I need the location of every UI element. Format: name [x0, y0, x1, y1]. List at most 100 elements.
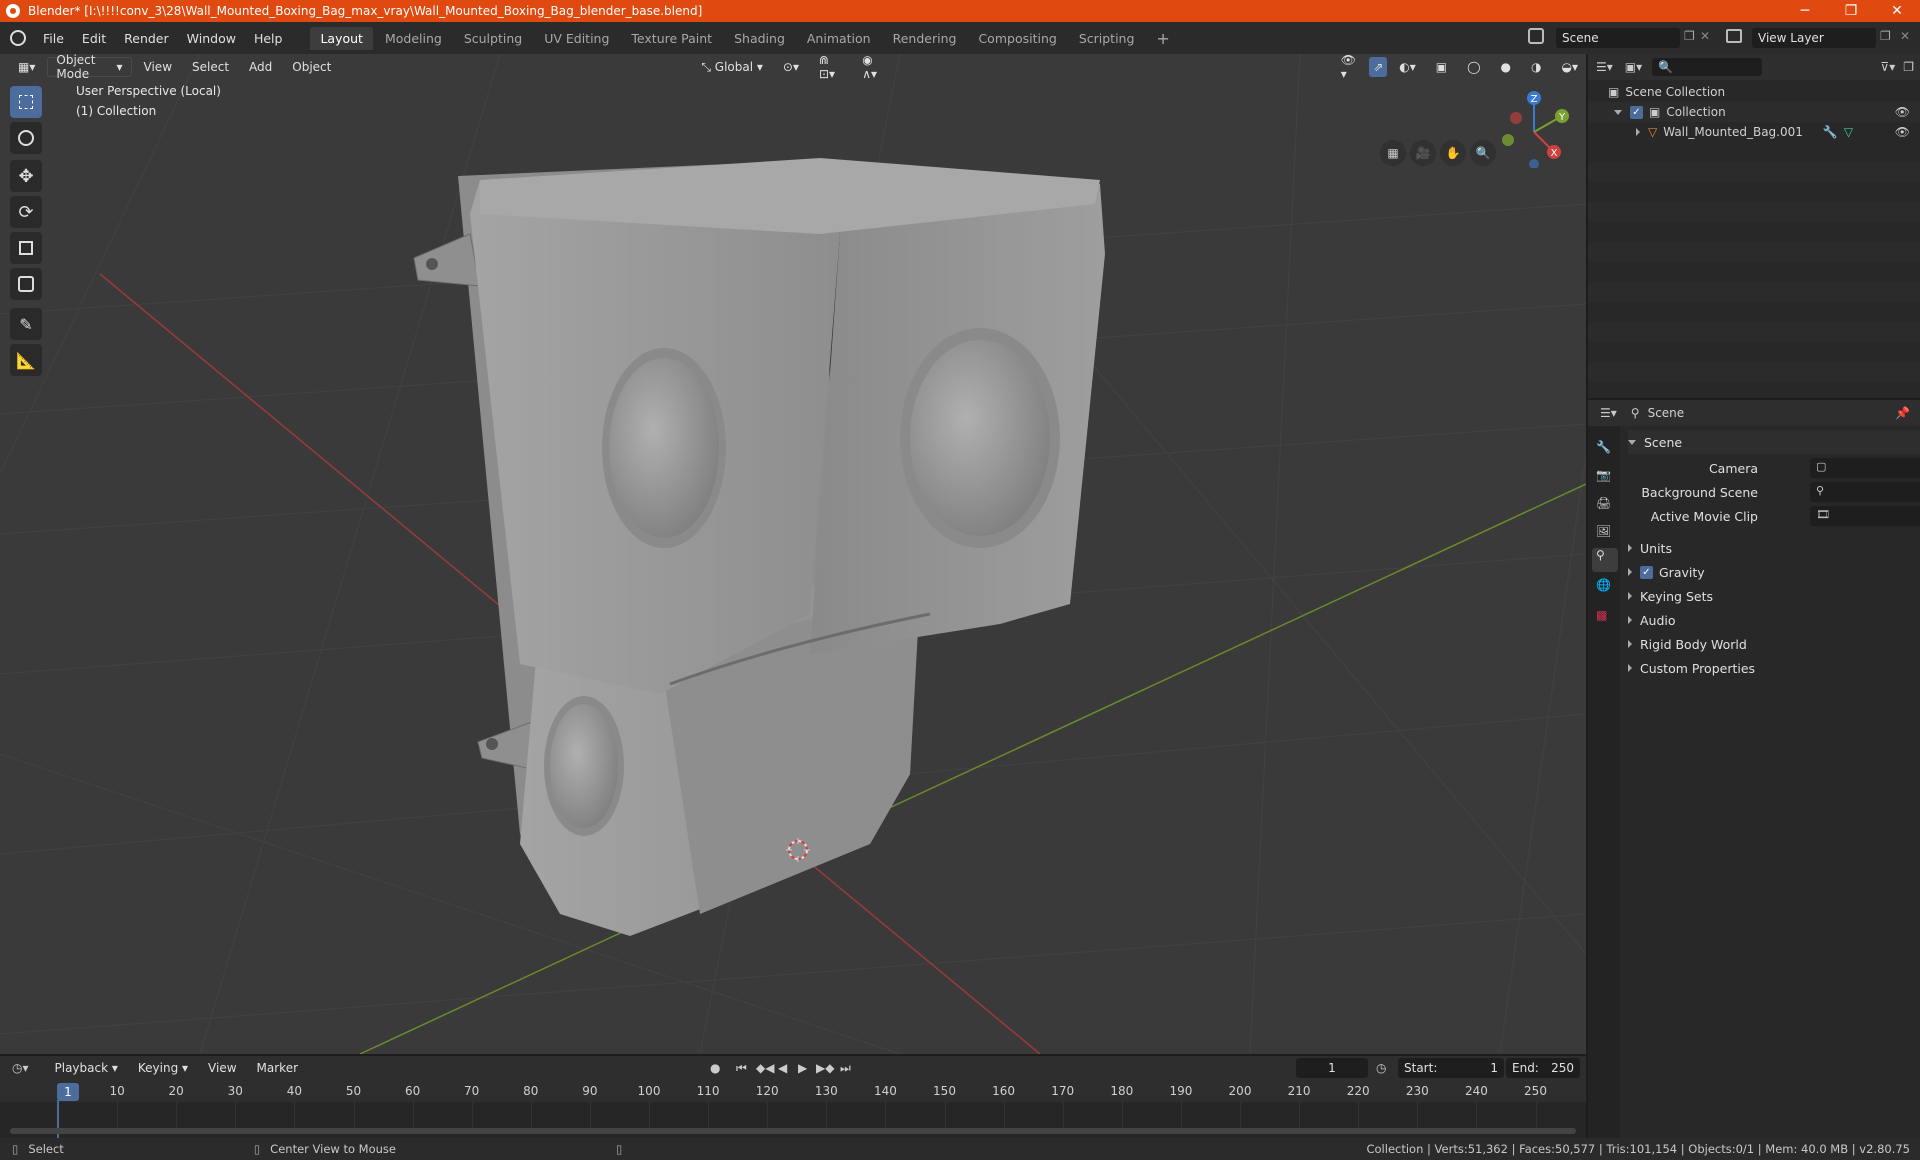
scene-selector-icon[interactable] [1528, 28, 1544, 44]
playhead[interactable]: 1 [57, 1083, 79, 1101]
scene-section-expand-icon[interactable] [1628, 439, 1636, 445]
preview-range-icon[interactable]: ◷ [1376, 1061, 1386, 1075]
output-tab-icon[interactable]: 🖨 [1596, 496, 1611, 510]
tab-modeling[interactable]: Modeling [375, 27, 452, 50]
background-scene-field[interactable]: ⚲ [1810, 482, 1920, 502]
transform-orientation-dropdown[interactable]: ⤡ Global ▾ [693, 57, 771, 77]
menu-file[interactable]: File [34, 31, 73, 46]
gravity-checkbox[interactable]: ✓ [1640, 565, 1653, 579]
jump-start-icon[interactable]: ⏮ [736, 1061, 747, 1076]
end-frame-field[interactable]: End: 250 [1506, 1058, 1580, 1078]
menu-object[interactable]: Object [284, 57, 339, 77]
object-mode-dropdown[interactable]: Object Mode ▾ [47, 54, 132, 81]
view-layer-field[interactable]: View Layer [1752, 28, 1876, 48]
outliner-search-input[interactable]: 🔍 [1652, 58, 1763, 76]
collection-checkbox[interactable]: ✓ [1630, 105, 1643, 119]
tab-layout[interactable]: Layout [310, 26, 373, 50]
tab-rendering[interactable]: Rendering [883, 27, 967, 50]
next-keyframe-icon[interactable]: ▶◆ [816, 1061, 834, 1075]
shading-wireframe-icon[interactable]: ◯ [1459, 57, 1488, 77]
menu-window[interactable]: Window [178, 31, 245, 46]
zoom-view-icon[interactable]: 🔍 [1470, 140, 1496, 166]
tab-compositing[interactable]: Compositing [968, 27, 1066, 50]
menu-edit[interactable]: Edit [73, 31, 115, 46]
boxing-bag-model[interactable] [0, 54, 1586, 1054]
rigid-body-world-panel[interactable]: Rigid Body World [1628, 632, 1920, 656]
tab-sculpting[interactable]: Sculpting [454, 27, 532, 50]
audio-panel[interactable]: Audio [1628, 608, 1920, 632]
filter-icon[interactable]: ⊽▾ [1880, 60, 1895, 74]
custom-properties-panel[interactable]: Custom Properties [1628, 656, 1920, 680]
display-mode-icon[interactable]: ▣▾ [1625, 60, 1642, 74]
scene-field[interactable]: Scene [1556, 28, 1680, 48]
visibility-icon[interactable]: 👁▾ [1333, 54, 1365, 81]
menu-select[interactable]: Select [184, 57, 237, 77]
add-workspace-button[interactable]: + [1146, 25, 1179, 52]
play-icon[interactable]: ▶ [798, 1061, 807, 1075]
world-tab-icon[interactable]: 🌐 [1596, 578, 1611, 592]
properties-editor-type-icon[interactable]: ☰▾ [1600, 406, 1617, 420]
menu-render[interactable]: Render [115, 31, 178, 46]
record-button[interactable]: ● [710, 1061, 720, 1075]
collection-visibility-icon[interactable]: 👁 [1895, 105, 1910, 119]
render-tab-icon[interactable]: 📷 [1596, 468, 1611, 482]
texture-tab-icon[interactable]: ▩ [1596, 608, 1607, 622]
start-frame-field[interactable]: Start: 1 [1398, 1058, 1504, 1078]
prev-keyframe-icon[interactable]: ◆◀ [756, 1061, 774, 1075]
new-view-layer-icon[interactable]: ❐ [1880, 29, 1891, 43]
cursor-tool-icon[interactable] [10, 122, 42, 154]
scene-tab-icon[interactable]: ⚲ [1592, 548, 1618, 572]
select-box-tool-icon[interactable] [10, 86, 42, 118]
gravity-panel[interactable]: ✓ Gravity [1628, 560, 1920, 584]
object-visibility-icon[interactable]: 👁 [1895, 125, 1910, 139]
keying-sets-panel[interactable]: Keying Sets [1628, 584, 1920, 608]
gizmo-toggle-icon[interactable]: ⇗ [1369, 57, 1388, 77]
move-tool-icon[interactable]: ✥ [10, 160, 42, 192]
active-movie-clip-field[interactable]: 🎞 [1810, 506, 1920, 526]
modifier-icon[interactable]: 🔧 [1823, 125, 1838, 139]
view-layer-tab-icon[interactable]: 🖼 [1596, 524, 1611, 538]
collection-expand-icon[interactable] [1614, 109, 1622, 115]
tab-shading[interactable]: Shading [724, 27, 795, 50]
blender-menu-icon[interactable] [10, 30, 26, 46]
editor-type-icon[interactable]: ▦▾ [10, 57, 43, 77]
camera-view-icon[interactable]: 🎥 [1410, 140, 1436, 166]
annotate-tool-icon[interactable]: ✎ [10, 308, 42, 340]
menu-view[interactable]: View [136, 57, 180, 77]
menu-help[interactable]: Help [245, 31, 292, 46]
menu-add[interactable]: Add [241, 57, 280, 77]
xray-toggle-icon[interactable]: ▣ [1428, 57, 1455, 77]
navigation-gizmo[interactable]: Z Y X [1494, 88, 1574, 168]
overlay-toggle-icon[interactable]: ◐▾ [1391, 57, 1424, 77]
outliner-row-scene-collection[interactable]: ▣ Scene Collection [1588, 82, 1920, 102]
pin-icon[interactable]: 📌 [1895, 406, 1910, 420]
shading-solid-icon[interactable]: ● [1493, 57, 1519, 77]
tab-texture-paint[interactable]: Texture Paint [621, 27, 722, 50]
outliner-row-object[interactable]: ▽ Wall_Mounted_Bag.001 🔧 ▽ 👁 [1588, 122, 1920, 142]
tab-uv-editing[interactable]: UV Editing [534, 27, 619, 50]
view-layer-icon[interactable] [1726, 29, 1742, 43]
pan-view-icon[interactable]: ✋ [1440, 140, 1466, 166]
transform-tool-icon[interactable] [10, 268, 42, 300]
jump-end-icon[interactable]: ⏭ [840, 1061, 851, 1076]
delete-scene-icon[interactable]: ✕ [1700, 29, 1710, 43]
timeline-scrollbar[interactable] [10, 1128, 1576, 1134]
measure-tool-icon[interactable]: 📐 [10, 344, 42, 376]
camera-field[interactable]: ▢✎ [1810, 458, 1920, 478]
outliner-row-collection[interactable]: ✓ ▣ Collection 👁 [1588, 102, 1920, 122]
shading-rendered-icon[interactable]: ◒▾ [1554, 57, 1587, 77]
snap-icon[interactable]: ⋒ ⊡▾ [811, 54, 850, 81]
timeline-editor-type-icon[interactable]: ◷▾ [12, 1061, 29, 1075]
rotate-tool-icon[interactable]: ⟳ [10, 196, 42, 228]
proportional-edit-icon[interactable]: ◉ ∧▾ [854, 54, 893, 81]
new-collection-icon[interactable]: ❐ [1903, 60, 1914, 74]
delete-view-layer-icon[interactable]: ✕ [1900, 29, 1910, 43]
units-panel[interactable]: Units [1628, 536, 1920, 560]
3d-viewport[interactable]: ▦▾ Object Mode ▾ View Select Add Object … [0, 54, 1586, 1054]
object-expand-icon[interactable] [1636, 128, 1640, 136]
new-scene-icon[interactable]: ❐ [1684, 29, 1695, 43]
menu-keying[interactable]: Keying ▾ [130, 1058, 196, 1078]
minimize-button[interactable]: ─ [1782, 0, 1828, 22]
tab-scripting[interactable]: Scripting [1069, 27, 1145, 50]
menu-marker[interactable]: Marker [249, 1058, 306, 1078]
